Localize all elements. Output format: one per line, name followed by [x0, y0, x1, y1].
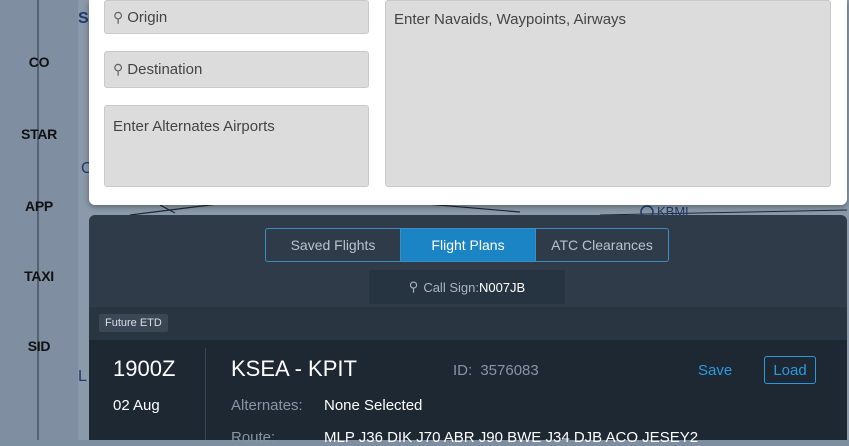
section-header: Future ETD — [89, 307, 847, 340]
flight-date: 02 Aug — [113, 397, 160, 414]
rail-item-app[interactable]: APP — [0, 198, 78, 214]
destination-input[interactable]: ⚲ Destination — [104, 51, 369, 88]
search-icon: ⚲ — [113, 61, 124, 77]
origin-placeholder: Origin — [127, 8, 168, 26]
tab-saved-flights[interactable]: Saved Flights — [266, 229, 401, 261]
rail-item-taxi[interactable]: TAXI — [0, 268, 78, 284]
flight-entry-card: ⚲ Origin ⚲ Destination Enter Alternates … — [89, 0, 847, 205]
alternates-value: None Selected — [324, 397, 423, 414]
flight-title: KSEA - KPIT — [231, 356, 357, 381]
route-value: MLP J36 DIK J70 ABR J90 BWE J34 DJB ACO … — [324, 429, 699, 446]
tab-atc-clearances[interactable]: ATC Clearances — [535, 229, 668, 261]
search-icon: ⚲ — [113, 8, 124, 25]
callsign-search[interactable]: ⚲ Call Sign: N007JB — [369, 270, 565, 304]
flight-time: 1900Z — [113, 356, 176, 381]
destination-placeholder: Destination — [127, 61, 203, 78]
tab-flight-plans[interactable]: Flight Plans — [401, 229, 535, 261]
flight-id-value: 3576083 — [480, 362, 539, 379]
route-label: Route: — [231, 429, 276, 446]
origin-input[interactable]: ⚲ Origin — [104, 0, 369, 34]
save-button[interactable]: Save — [698, 362, 732, 379]
flight-source-tabs: Saved Flights Flight Plans ATC Clearance… — [265, 228, 669, 262]
route-input[interactable]: Enter Navaids, Waypoints, Airways — [385, 0, 831, 187]
search-icon: ⚲ — [408, 279, 419, 294]
row-divider — [205, 348, 206, 440]
procedure-rail: CO STAR APP TAXI SID — [0, 0, 78, 440]
route-placeholder: Enter Navaids, Waypoints, Airways — [394, 11, 627, 28]
flight-list-panel: Saved Flights Flight Plans ATC Clearance… — [89, 215, 847, 446]
rail-item-co[interactable]: CO — [0, 54, 78, 70]
callsign-value: N007JB — [478, 279, 526, 295]
alternates-placeholder: Enter Alternates Airports — [113, 118, 275, 135]
map-label-l: L — [78, 368, 87, 385]
rail-item-sid[interactable]: SID — [0, 338, 78, 354]
rail-item-star[interactable]: STAR — [0, 126, 78, 142]
future-etd-badge: Future ETD — [99, 314, 168, 332]
alternates-input[interactable]: Enter Alternates Airports — [104, 105, 369, 187]
callsign-label: Call Sign: — [423, 279, 479, 295]
alternates-label: Alternates: — [231, 397, 303, 414]
flight-row[interactable]: 1900Z 02 Aug KSEA - KPIT ID: 3576083 Sav… — [89, 340, 847, 446]
flight-id-label: ID: — [453, 362, 473, 379]
flight-id: ID: 3576083 — [453, 362, 539, 379]
load-button[interactable]: Load — [764, 356, 816, 384]
map-label-s: S — [78, 10, 89, 27]
